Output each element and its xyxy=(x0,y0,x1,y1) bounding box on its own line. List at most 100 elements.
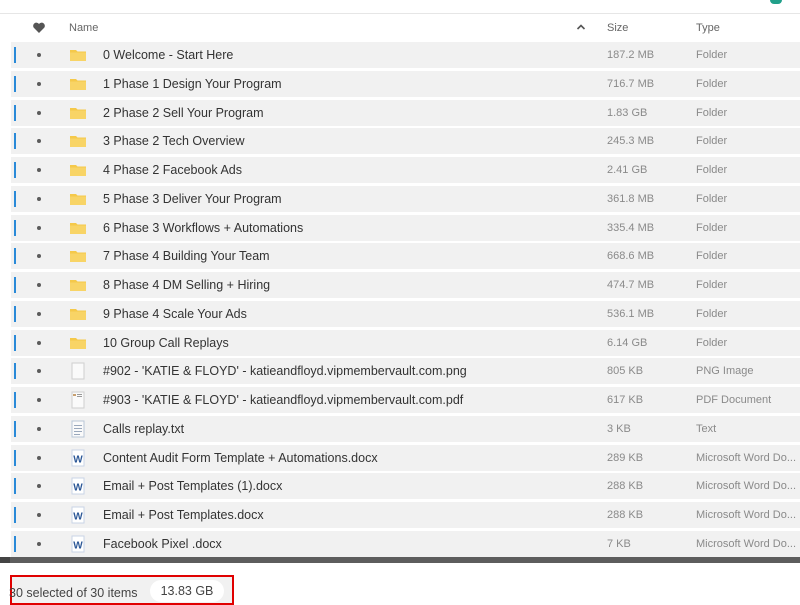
svg-text:W: W xyxy=(73,541,83,552)
selection-bar xyxy=(14,47,16,63)
selection-bar xyxy=(14,334,16,351)
selection-bar xyxy=(14,305,16,322)
row-dot-icon[interactable] xyxy=(37,542,41,547)
row-dot-icon[interactable] xyxy=(37,81,41,86)
file-size: 361.8 MB xyxy=(607,192,655,205)
file-name[interactable]: #903 - 'KATIE & FLOYD' - katieandfloyd.v… xyxy=(103,393,463,407)
file-list: 0 Welcome - Start Here 187.2 MB Folder 1 Ph… xyxy=(11,42,800,560)
selection-bar xyxy=(14,190,16,207)
file-name[interactable]: Content Audit Form Template + Automation… xyxy=(103,451,378,465)
selection-bar xyxy=(14,133,16,150)
row-dot-icon[interactable] xyxy=(37,283,41,288)
row-dot-icon[interactable] xyxy=(37,254,41,259)
file-name[interactable]: Email + Post Templates.docx xyxy=(103,508,264,522)
column-header-size[interactable]: Size xyxy=(607,22,628,34)
table-row[interactable]: W Email + Post Templates (1).docx 288 KB Mi… xyxy=(11,473,800,500)
table-row[interactable]: 7 Phase 4 Building Your Team 668.6 MB Fold… xyxy=(11,243,800,270)
file-type: Folder xyxy=(696,279,728,292)
table-row[interactable]: 8 Phase 4 DM Selling + Hiring 474.7 MB Fol… xyxy=(11,272,800,299)
row-dot-icon[interactable] xyxy=(37,426,41,431)
file-name[interactable]: 9 Phase 4 Scale Your Ads xyxy=(103,307,247,321)
row-dot-icon[interactable] xyxy=(37,311,41,316)
table-row[interactable]: W Facebook Pixel .docx 7 KB Microsoft Word … xyxy=(11,531,800,558)
folder-icon xyxy=(69,276,87,294)
file-name[interactable]: Facebook Pixel .docx xyxy=(103,537,222,551)
file-name[interactable]: Calls replay.txt xyxy=(103,422,184,436)
table-row[interactable]: 9 Phase 4 Scale Your Ads 536.1 MB Folder xyxy=(11,300,800,327)
file-size: 1.83 GB xyxy=(607,106,648,119)
file-name[interactable]: 5 Phase 3 Deliver Your Program xyxy=(103,192,282,206)
table-row[interactable]: 1 Phase 1 Design Your Program 716.7 MB Fol… xyxy=(11,70,800,97)
row-dot-icon[interactable] xyxy=(37,369,41,374)
table-row[interactable]: 10 Group Call Replays 6.14 GB Folder xyxy=(11,329,800,356)
selection-bar xyxy=(14,363,16,380)
chevron-up-icon[interactable] xyxy=(575,21,587,33)
row-dot-icon[interactable] xyxy=(37,196,41,201)
file-name[interactable]: 7 Phase 4 Building Your Team xyxy=(103,249,270,263)
file-type: Folder xyxy=(696,221,728,234)
file-name[interactable]: Email + Post Templates (1).docx xyxy=(103,479,282,493)
image-file-icon xyxy=(69,362,87,380)
file-type: Microsoft Word Do... xyxy=(696,509,797,522)
table-row[interactable]: 0 Welcome - Start Here 187.2 MB Folder xyxy=(11,42,800,68)
pdf-file-icon xyxy=(69,391,87,409)
file-name[interactable]: 0 Welcome - Start Here xyxy=(103,48,233,62)
file-size: 2.41 GB xyxy=(607,164,648,177)
file-size: 805 KB xyxy=(607,365,644,378)
row-dot-icon[interactable] xyxy=(37,139,41,144)
row-dot-icon[interactable] xyxy=(37,225,41,230)
table-row[interactable]: 5 Phase 3 Deliver Your Program 361.8 MB Fo… xyxy=(11,185,800,212)
selection-bar xyxy=(14,536,16,553)
column-header-type[interactable]: Type xyxy=(696,22,720,34)
file-type: Folder xyxy=(696,49,728,61)
row-dot-icon[interactable] xyxy=(37,484,41,489)
file-type: Folder xyxy=(696,307,728,320)
svg-text:W: W xyxy=(73,512,83,523)
table-row[interactable]: 3 Phase 2 Tech Overview 245.3 MB Folder xyxy=(11,128,800,155)
row-dot-icon[interactable] xyxy=(37,340,41,345)
file-size: 187.2 MB xyxy=(607,49,655,61)
file-name[interactable]: 8 Phase 4 DM Selling + Hiring xyxy=(103,278,270,292)
folder-icon xyxy=(69,334,87,352)
row-dot-icon[interactable] xyxy=(37,53,41,57)
folder-icon xyxy=(69,75,87,93)
file-type: Folder xyxy=(696,164,728,177)
table-row[interactable]: 6 Phase 3 Workflows + Automations 335.4 M… xyxy=(11,214,800,241)
file-type: Microsoft Word Do... xyxy=(696,451,797,464)
table-row[interactable]: W Content Audit Form Template + Automatio… xyxy=(11,444,800,471)
table-row[interactable]: #902 - 'KATIE & FLOYD' - katieandfloyd.v… xyxy=(11,358,800,385)
heart-icon[interactable] xyxy=(32,21,46,35)
file-type: Microsoft Word Do... xyxy=(696,480,797,493)
file-name[interactable]: 6 Phase 3 Workflows + Automations xyxy=(103,221,303,235)
file-name[interactable]: 1 Phase 1 Design Your Program xyxy=(103,77,282,91)
file-size: 288 KB xyxy=(607,509,644,522)
file-name[interactable]: 4 Phase 2 Facebook Ads xyxy=(103,163,242,177)
selection-bar xyxy=(14,420,16,437)
svg-text:W: W xyxy=(73,483,83,494)
selection-bar xyxy=(14,478,16,495)
file-size: 617 KB xyxy=(607,394,644,407)
column-header-name[interactable]: Name xyxy=(69,22,98,34)
file-name[interactable]: 10 Group Call Replays xyxy=(103,336,229,350)
folder-icon xyxy=(69,247,87,265)
table-row[interactable]: W Email + Post Templates.docx 288 KB Micros… xyxy=(11,502,800,529)
file-size: 288 KB xyxy=(607,480,644,493)
file-name[interactable]: 2 Phase 2 Sell Your Program xyxy=(103,106,264,120)
file-name[interactable]: 3 Phase 2 Tech Overview xyxy=(103,134,245,148)
table-row[interactable]: 4 Phase 2 Facebook Ads 2.41 GB Folder xyxy=(11,157,800,184)
row-dot-icon[interactable] xyxy=(37,398,41,403)
table-row[interactable]: 2 Phase 2 Sell Your Program 1.83 GB Folder xyxy=(11,99,800,126)
row-dot-icon[interactable] xyxy=(37,455,41,460)
row-dot-icon[interactable] xyxy=(37,110,41,115)
table-row[interactable]: #903 - 'KATIE & FLOYD' - katieandfloyd.v… xyxy=(11,387,800,414)
file-size: 335.4 MB xyxy=(607,221,655,234)
selection-bar xyxy=(14,449,16,466)
svg-text:W: W xyxy=(73,454,83,465)
table-row[interactable]: Calls replay.txt 3 KB Text xyxy=(11,415,800,442)
file-name[interactable]: #902 - 'KATIE & FLOYD' - katieandfloyd.v… xyxy=(103,364,467,378)
folder-icon xyxy=(69,161,87,179)
word-file-icon: W xyxy=(69,449,87,467)
row-dot-icon[interactable] xyxy=(37,168,41,173)
folder-icon xyxy=(69,132,87,150)
row-dot-icon[interactable] xyxy=(37,513,41,518)
